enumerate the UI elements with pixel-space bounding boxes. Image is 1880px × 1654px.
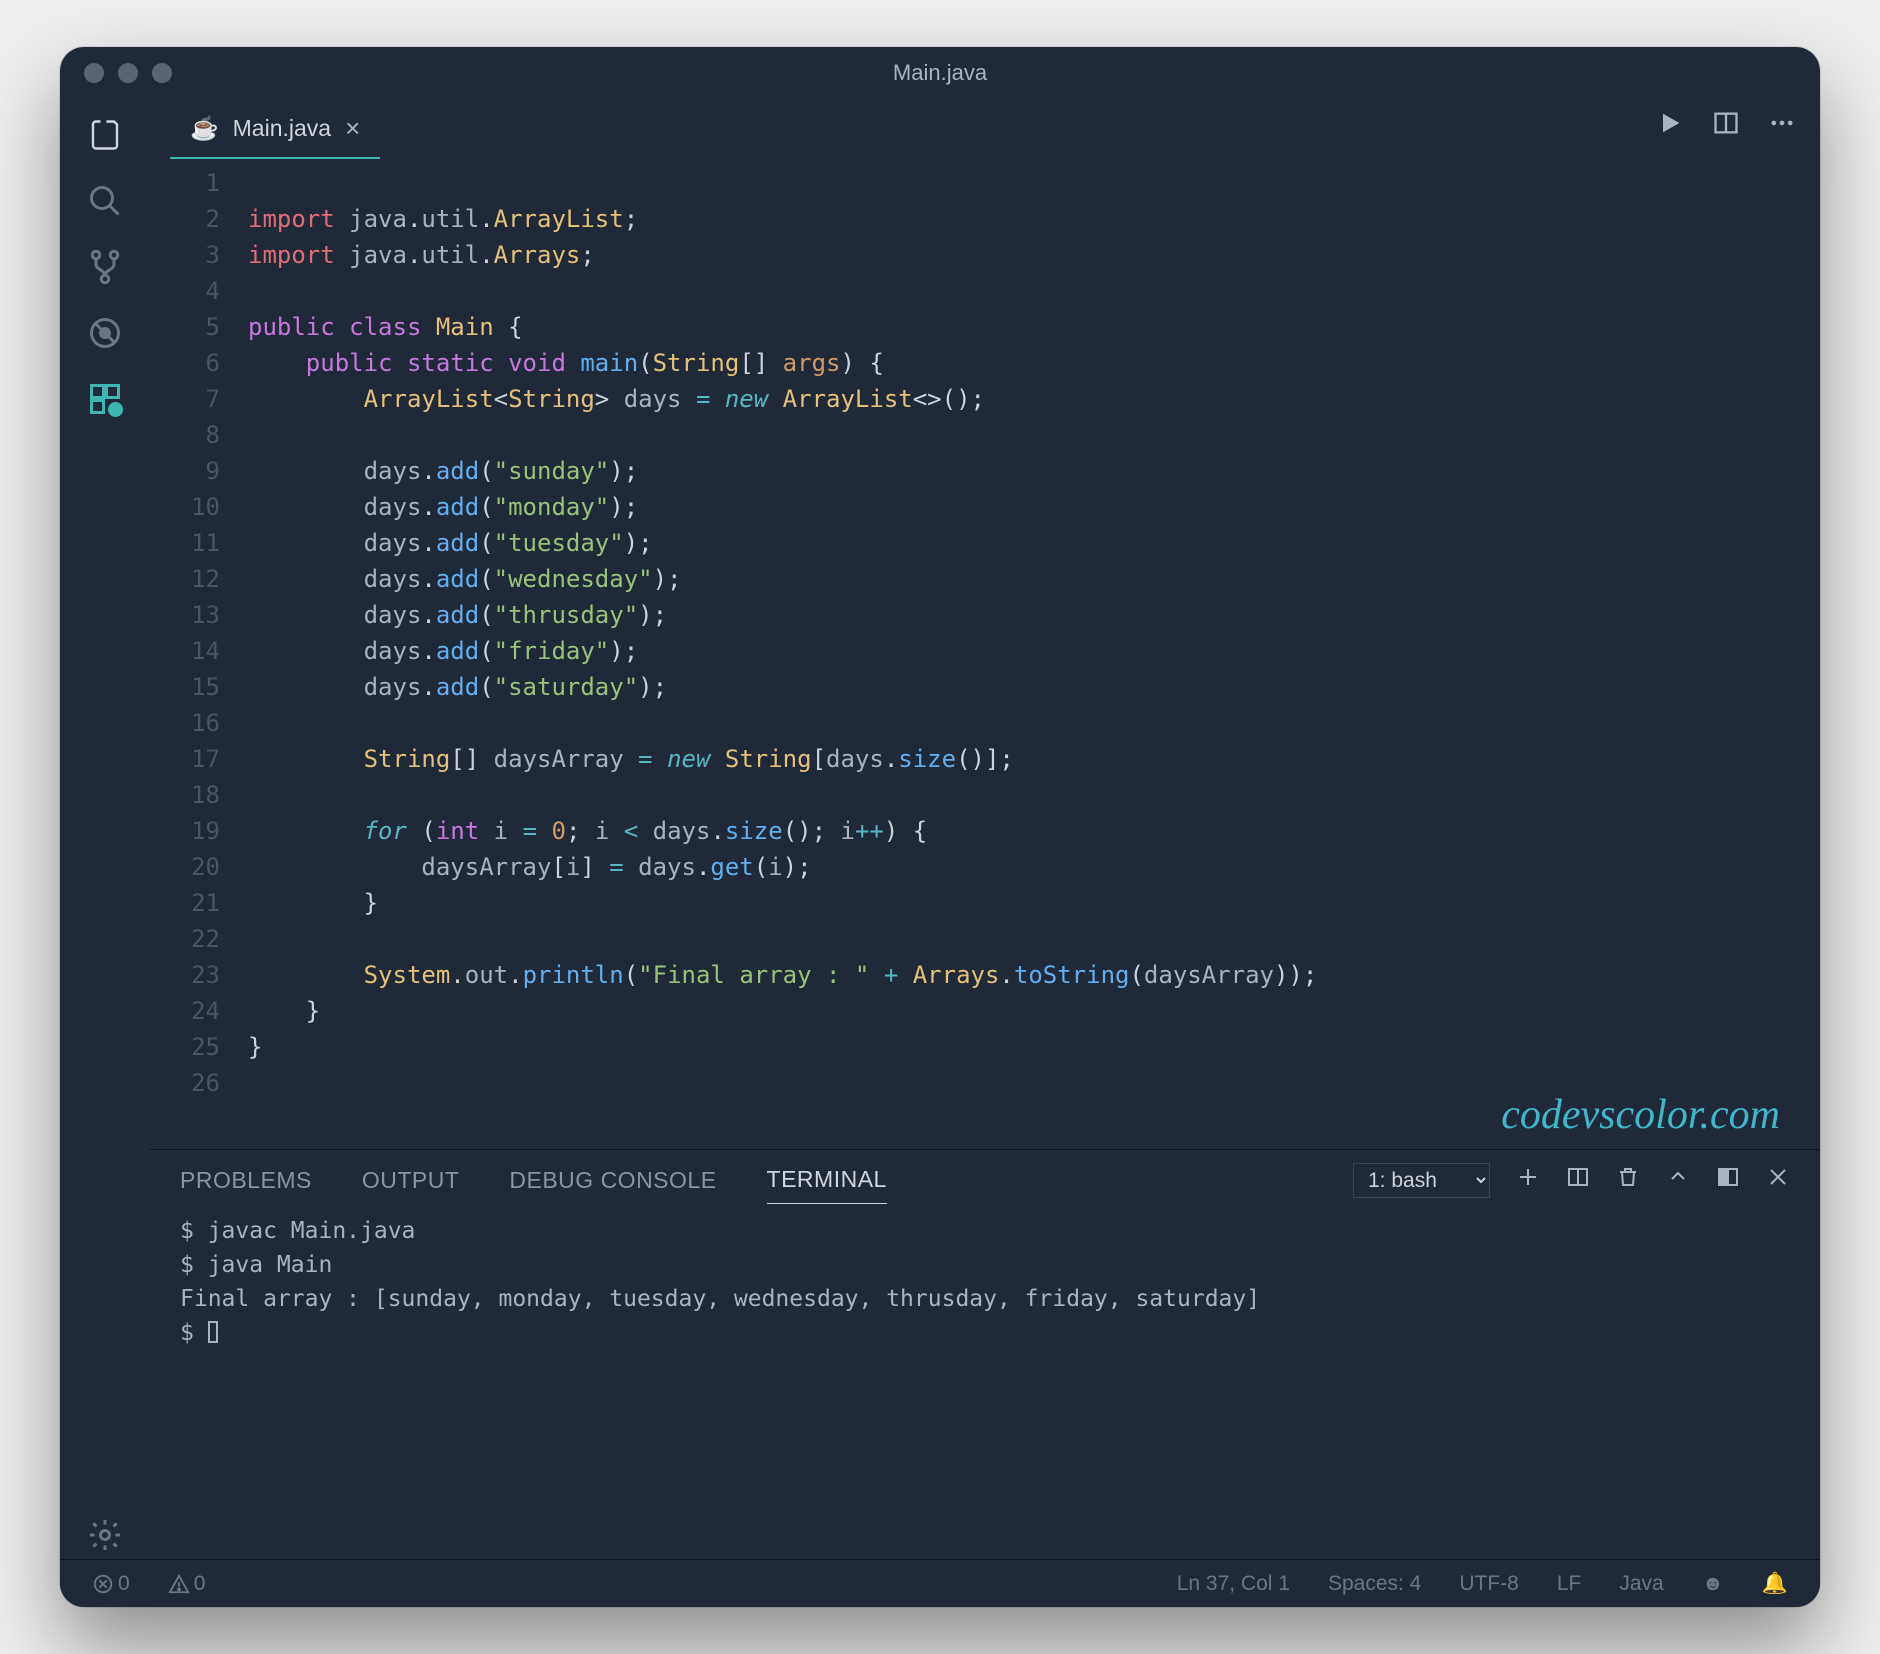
status-encoding[interactable]: UTF-8: [1459, 1572, 1519, 1596]
terminal-body[interactable]: $ javac Main.java $ java Main Final arra…: [150, 1210, 1820, 1559]
minimize-dot[interactable]: [118, 63, 138, 83]
close-panel-icon[interactable]: [1766, 1165, 1790, 1195]
status-feedback-icon[interactable]: ☻: [1702, 1572, 1724, 1596]
activity-bar: [60, 99, 150, 1559]
kill-terminal-icon[interactable]: [1616, 1165, 1640, 1195]
extensions-icon[interactable]: [81, 375, 129, 423]
line-gutter: 1234567891011121314151617181920212223242…: [150, 165, 240, 1149]
explorer-icon[interactable]: [81, 111, 129, 159]
scm-icon[interactable]: [81, 243, 129, 291]
code-content[interactable]: import java.util.ArrayList; import java.…: [240, 165, 1820, 1149]
tab-filename: Main.java: [233, 115, 331, 142]
status-warnings[interactable]: 0: [168, 1572, 206, 1596]
code-area[interactable]: 1234567891011121314151617181920212223242…: [150, 159, 1820, 1149]
watermark-text: codevscolor.com: [1501, 1091, 1780, 1139]
editor-actions: [1656, 109, 1796, 142]
editor-tabs: ☕ Main.java ×: [150, 99, 1820, 159]
panel-tab-debug-console[interactable]: DEBUG CONSOLE: [509, 1157, 716, 1204]
window-title: Main.java: [893, 60, 987, 86]
status-language[interactable]: Java: [1619, 1572, 1663, 1596]
main-area: ☕ Main.java × 12345678910111213141516171…: [60, 99, 1820, 1559]
panel-tabs: PROBLEMS OUTPUT DEBUG CONSOLE TERMINAL 1…: [150, 1150, 1820, 1210]
settings-gear-icon[interactable]: [81, 1511, 129, 1559]
titlebar: Main.java: [60, 47, 1820, 99]
more-actions-icon[interactable]: [1768, 109, 1796, 142]
split-terminal-icon[interactable]: [1566, 1165, 1590, 1195]
close-dot[interactable]: [84, 63, 104, 83]
terminal-select[interactable]: 1: bash: [1353, 1163, 1490, 1198]
java-file-icon: ☕: [190, 115, 219, 142]
status-eol[interactable]: LF: [1557, 1572, 1582, 1596]
status-spaces[interactable]: Spaces: 4: [1328, 1572, 1421, 1596]
search-icon[interactable]: [81, 177, 129, 225]
app-window: Main.java ☕ Main.java ×: [60, 47, 1820, 1607]
bottom-panel: PROBLEMS OUTPUT DEBUG CONSOLE TERMINAL 1…: [150, 1149, 1820, 1559]
split-editor-icon[interactable]: [1712, 109, 1740, 142]
traffic-lights: [84, 63, 172, 83]
status-cursor[interactable]: Ln 37, Col 1: [1177, 1572, 1290, 1596]
editor-group: ☕ Main.java × 12345678910111213141516171…: [150, 99, 1820, 1559]
panel-tab-terminal[interactable]: TERMINAL: [767, 1156, 887, 1204]
zoom-dot[interactable]: [152, 63, 172, 83]
status-bell-icon[interactable]: 🔔: [1762, 1572, 1788, 1596]
debug-icon[interactable]: [81, 309, 129, 357]
run-icon[interactable]: [1656, 109, 1684, 142]
panel-tab-output[interactable]: OUTPUT: [362, 1157, 460, 1204]
status-bar: 0 0 Ln 37, Col 1 Spaces: 4 UTF-8 LF Java…: [60, 1559, 1820, 1607]
new-terminal-icon[interactable]: [1516, 1165, 1540, 1195]
editor-tab-main-java[interactable]: ☕ Main.java ×: [170, 99, 380, 159]
maximize-panel-icon[interactable]: [1666, 1165, 1690, 1195]
status-errors[interactable]: 0: [92, 1572, 130, 1596]
panel-tab-problems[interactable]: PROBLEMS: [180, 1157, 312, 1204]
toggle-panel-icon[interactable]: [1716, 1165, 1740, 1195]
tab-close-icon[interactable]: ×: [345, 113, 360, 144]
